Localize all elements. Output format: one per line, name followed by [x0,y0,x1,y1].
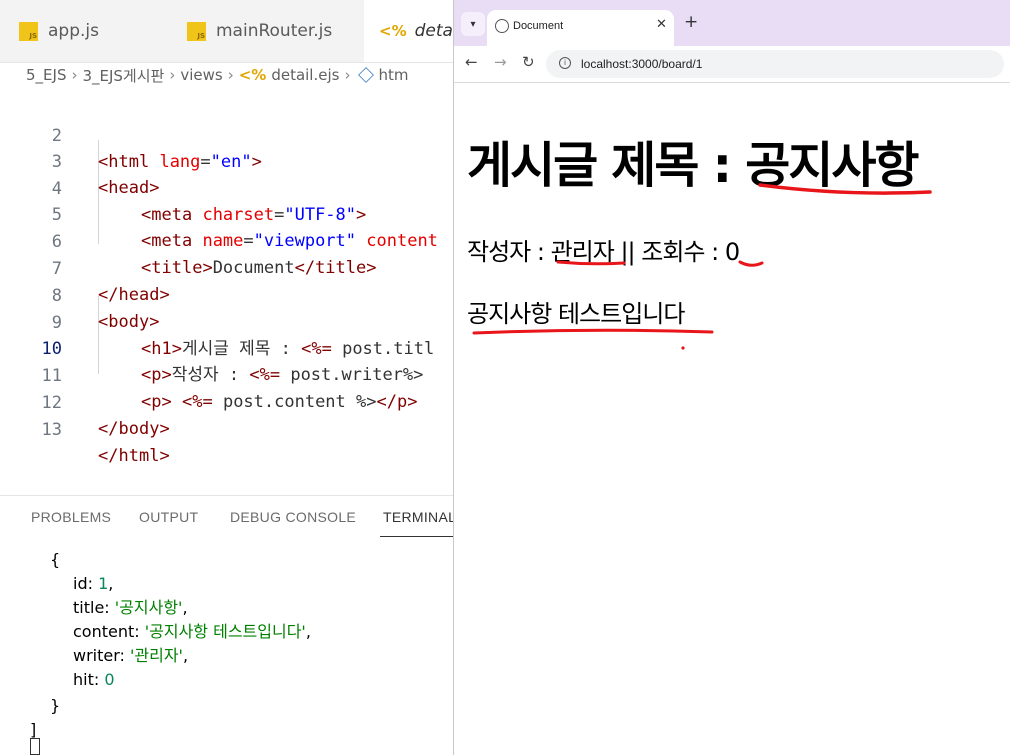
code-line: 3 <head> [0,123,453,198]
url-text: localhost:3000/board/1 [581,57,703,71]
terminal-line: title: '공지사항', [73,598,188,617]
code-editor[interactable]: 2 <html lang="en"> 3 <head> 4 <meta char… [0,88,453,493]
chevron-right-icon: › [227,66,234,84]
tab-label: detail [414,21,453,41]
vscode-window: JS app.js JS mainRouter.js <% detail 5_E… [0,0,453,755]
active-tab-indicator [380,536,453,537]
new-tab-plus-icon[interactable]: + [684,14,698,31]
tab-output[interactable]: OUTPUT [139,509,198,525]
annotation-underline [758,183,932,195]
browser-tab[interactable]: Document ✕ [487,10,674,46]
rendered-page: 게시글 제목 : 공지사항 작성자 : 관리자 || 조회수 : 0 공지사항 … [454,82,1010,755]
code-line-current: 10 <p>작성자 : <%= post.writer%> [0,310,453,385]
terminal-line: } [50,696,61,715]
tab-label: mainRouter.js [216,21,333,41]
tab-mainrouter-js[interactable]: JS mainRouter.js [168,0,364,62]
terminal-line: writer: '관리자', [73,646,189,665]
site-info-icon[interactable]: i [559,57,571,69]
code-line: 13 </html> [0,391,453,466]
terminal-line: { [50,550,61,569]
tab-terminal[interactable]: TERMINAL [383,509,453,525]
code-line: 9 <h1>게시글 제목 : <%= post.titl [0,284,453,359]
chevron-right-icon: › [169,66,176,84]
breadcrumb-item[interactable]: views [180,66,222,84]
code-line: 7 </head> [0,230,453,305]
browser-tab-strip: ▾ Document ✕ + [454,0,1010,46]
code-line: 11 <p> <%= post.content %></p> [0,337,453,412]
annotation-underline [738,260,764,267]
browser-window: ▾ Document ✕ + ← → ↻ i localhost:3000/bo… [453,0,1010,755]
forward-arrow-icon[interactable]: → [494,53,507,71]
browser-toolbar: ← → ↻ i localhost:3000/board/1 [454,46,1010,83]
reload-icon[interactable]: ↻ [522,53,535,71]
breadcrumb: 5_EJS › 3_EJS게시판 › views › <% detail.ejs… [0,62,453,88]
browser-tab-title: Document [513,20,564,32]
chevron-right-icon: › [344,66,351,84]
breadcrumb-item[interactable]: 3_EJS게시판 [82,65,164,86]
terminal-line: hit: 0 [73,670,115,689]
chevron-right-icon: › [71,66,78,84]
annotation-dot [681,346,685,350]
breadcrumb-item[interactable]: 5_EJS [26,66,66,84]
annotation-layer [472,183,932,350]
tab-problems[interactable]: PROBLEMS [31,509,111,525]
code-line: 12 </body> [0,364,453,439]
code-line: 4 <meta charset="UTF-8"> [0,150,453,225]
terminal-line: content: '공지사항 테스트입니다', [73,622,311,641]
code-line: 5 <meta name="viewport" content [0,176,453,251]
globe-icon [495,19,509,33]
address-bar[interactable]: i localhost:3000/board/1 [546,50,1004,78]
back-arrow-icon[interactable]: ← [465,53,478,71]
code-line: 6 <title>Document</title> [0,203,453,278]
html-element-icon [358,67,375,83]
editor-tab-bar: JS app.js JS mainRouter.js <% detail [0,0,453,63]
terminal-line: id: 1, [73,574,114,593]
breadcrumb-item[interactable]: htm [378,66,408,84]
tab-debug-console[interactable]: DEBUG CONSOLE [230,509,356,525]
code-line: 2 <html lang="en"> [0,97,453,172]
tab-detail-ejs[interactable]: <% detail [364,0,453,62]
terminal-cursor [30,738,40,755]
tab-search-chevron-icon[interactable]: ▾ [461,12,485,36]
code-line: 8 <body> [0,257,453,332]
annotation-underline [472,328,714,335]
js-file-icon: JS [187,21,206,41]
close-icon[interactable]: ✕ [656,17,667,32]
js-file-icon: JS [19,21,38,41]
ejs-file-icon: <% [379,22,407,40]
breadcrumb-item[interactable]: detail.ejs [271,66,339,84]
tab-app-js[interactable]: JS app.js [0,0,168,62]
ejs-file-icon: <% [238,66,267,84]
annotation-underline [556,260,626,266]
line-number: 13 [41,420,62,440]
tab-label: app.js [48,21,99,41]
